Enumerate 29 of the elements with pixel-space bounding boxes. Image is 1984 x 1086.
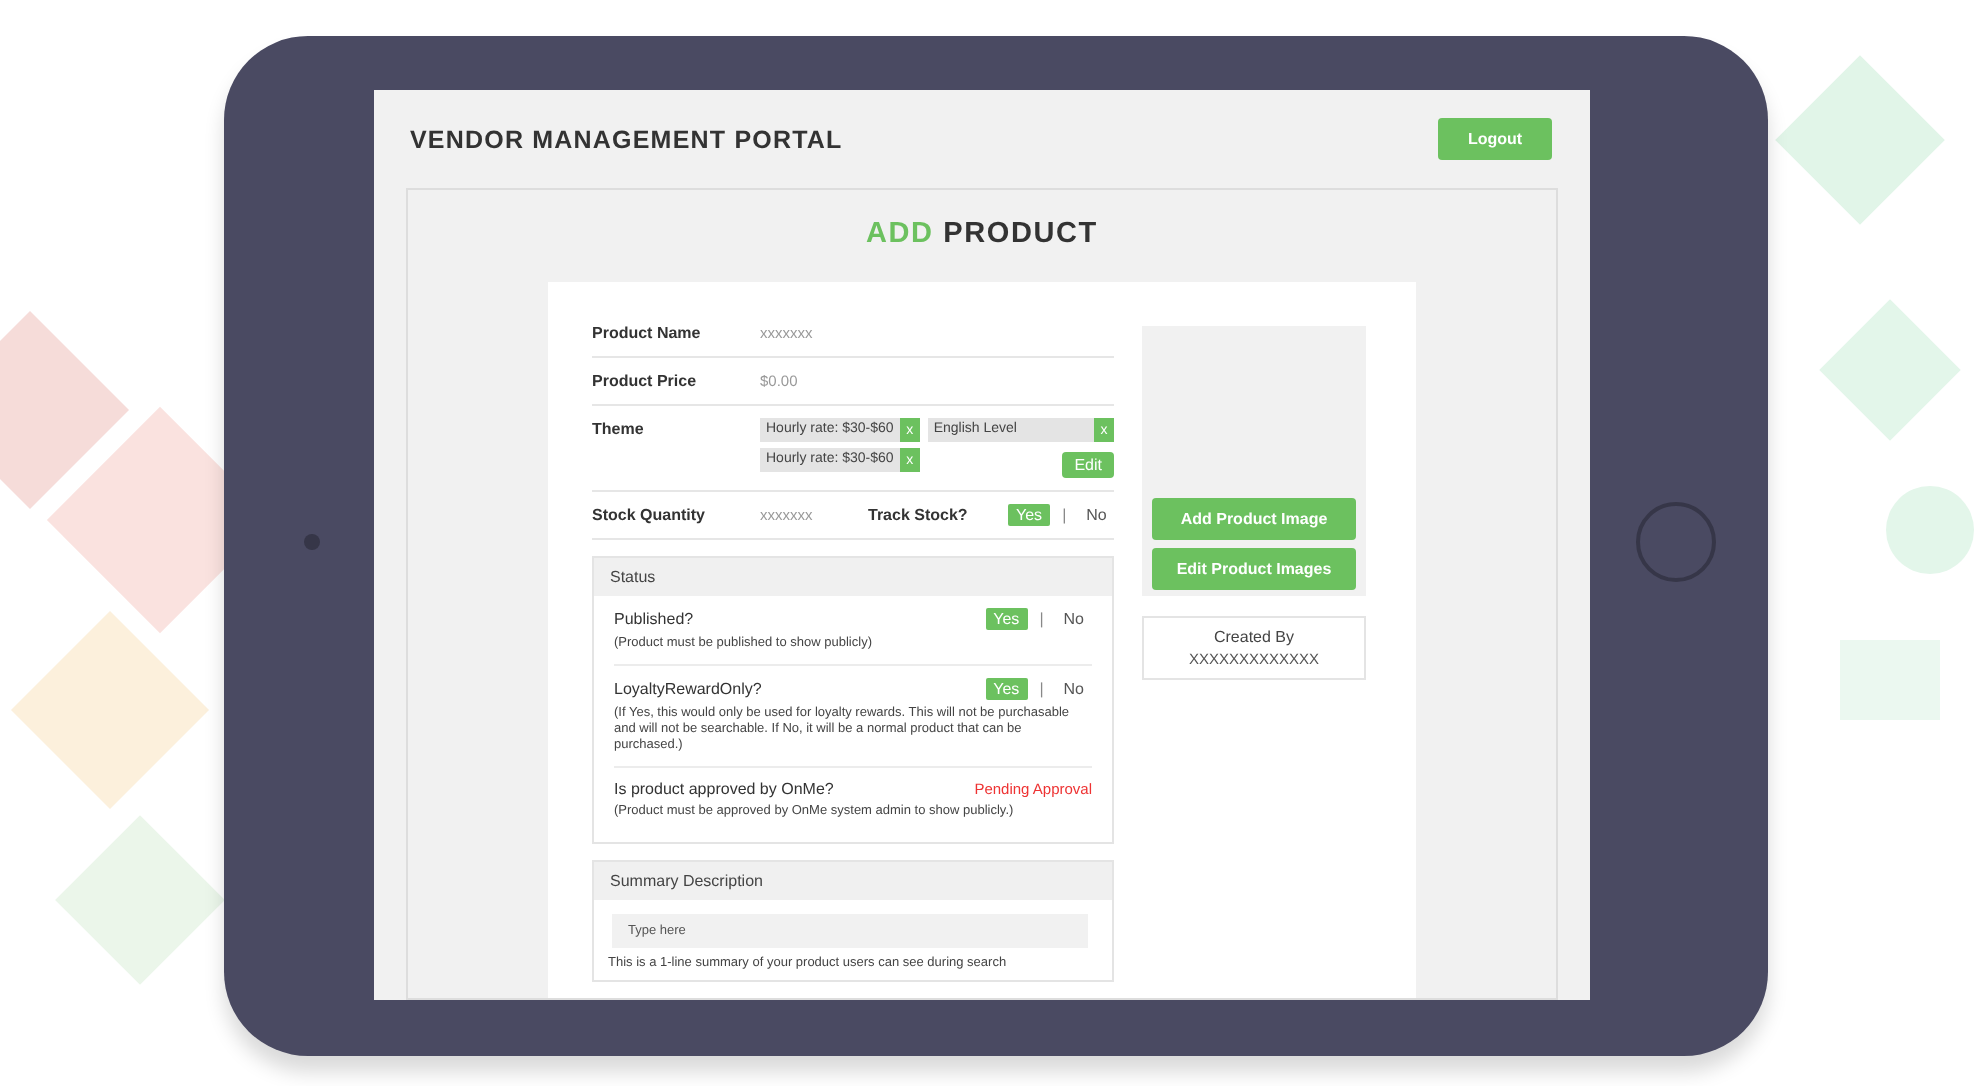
question-label: Is product approved by OnMe? <box>614 780 834 798</box>
created-by-label: Created By <box>1211 628 1297 646</box>
logout-button[interactable]: Logout <box>1438 118 1552 160</box>
home-button[interactable] <box>1636 502 1716 582</box>
question-label: LoyaltyRewardOnly? <box>614 680 762 698</box>
field-label: Theme <box>592 418 646 440</box>
field-label: Stock Quantity <box>592 504 707 526</box>
add-image-button[interactable]: Add Product Image <box>1152 498 1356 540</box>
panel-heading: Status <box>594 558 1112 596</box>
separator: | <box>1039 610 1044 628</box>
option-button[interactable]: Yes <box>985 678 1028 700</box>
field-label: Product Name <box>592 322 703 344</box>
option-button[interactable]: Yes <box>1008 504 1051 526</box>
camera-icon <box>304 534 320 550</box>
edit-button[interactable]: Edit <box>1062 452 1114 478</box>
question-label: Published? <box>614 610 694 628</box>
circle-shape <box>1886 486 1974 574</box>
field-label: Track Stock? <box>868 504 970 526</box>
option-button[interactable]: No <box>1055 678 1092 700</box>
option-button[interactable]: No <box>1055 608 1092 630</box>
option-button[interactable]: No <box>1078 504 1115 526</box>
page-title: ADD PRODUCT <box>864 218 1100 250</box>
portal-title: VENDOR MANAGEMENT PORTAL <box>410 125 843 153</box>
edit-images-button[interactable]: Edit Product Images <box>1152 548 1356 590</box>
option-button[interactable]: Yes <box>985 608 1028 630</box>
separator: | <box>1062 506 1067 524</box>
field-label: Product Price <box>592 370 699 392</box>
separator: | <box>1039 680 1044 698</box>
panel-heading: Summary Description <box>594 862 1112 900</box>
